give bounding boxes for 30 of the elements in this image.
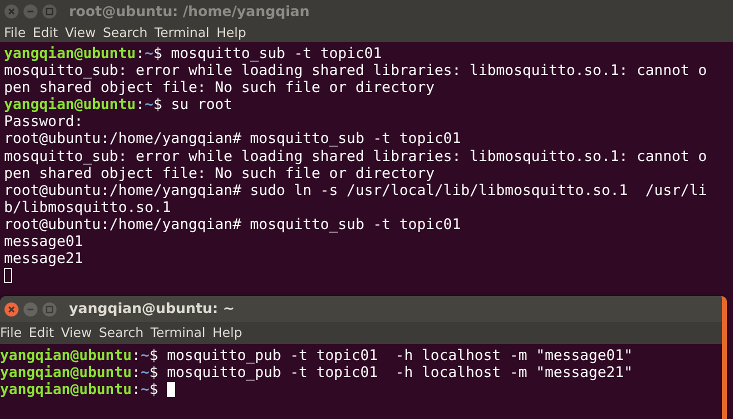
menu-item[interactable]: Help: [212, 326, 242, 340]
menu-item[interactable]: File: [4, 26, 26, 40]
terminal-line: yangqian@ubuntu:~$ su root: [4, 96, 232, 114]
menu-item[interactable]: Help: [216, 26, 246, 40]
terminal-line: mosquitto_sub: error while loading shared libraries: libmosquitto.so.1: cannot o: [4, 148, 707, 165]
terminal-line: yangqian@ubuntu:~$: [0, 381, 158, 398]
terminal-line: yangqian@ubuntu:~$ mosquitto_pub -t topic01 -h localhost -m "message21": [0, 364, 633, 382]
menu-item[interactable]: Search: [102, 26, 148, 40]
menu-item[interactable]: Terminal: [150, 326, 206, 340]
menu-item[interactable]: Edit: [32, 26, 58, 40]
terminal-line: root@ubuntu:/home/yangqian# sudo ln -s /usr/local/lib/libmosquitto.so.1 /usr/li: [4, 182, 707, 199]
terminal-line: yangqian@ubuntu:~$ mosquitto_pub -t topic01 -h localhost -m "message01": [0, 347, 633, 364]
terminal-line: yangqian@ubuntu:~$ mosquitto_sub -t topic01: [4, 45, 382, 62]
terminal-line: message01: [4, 233, 84, 250]
terminal-line: pen shared object file: No such file or directory: [4, 164, 435, 182]
menu-item[interactable]: View: [64, 26, 96, 40]
menu-item[interactable]: Search: [98, 326, 144, 340]
menu-item[interactable]: Terminal: [154, 26, 210, 40]
terminal-line: b/libmosquitto.so.1: [4, 198, 171, 216]
terminal-line: mosquitto_sub: error while loading shared libraries: libmosquitto.so.1: cannot o: [4, 62, 707, 80]
terminal-line: root@ubuntu:/home/yangqian# mosquitto_sub -t topic01: [4, 216, 461, 234]
terminal-line: pen shared object file: No such file or directory: [4, 79, 435, 96]
terminal-line: message21: [4, 250, 84, 268]
menu-item[interactable]: View: [60, 326, 92, 340]
window-title: root@ubuntu: /home/yangqian: [69, 4, 310, 20]
menu-item[interactable]: File: [0, 326, 22, 340]
terminal-line: root@ubuntu:/home/yangqian# mosquitto_sub -t topic01: [4, 130, 461, 148]
menu-item[interactable]: Edit: [28, 326, 54, 340]
terminal-line: Password:: [4, 113, 84, 130]
window-title: yangqian@ubuntu: ~: [69, 301, 235, 317]
